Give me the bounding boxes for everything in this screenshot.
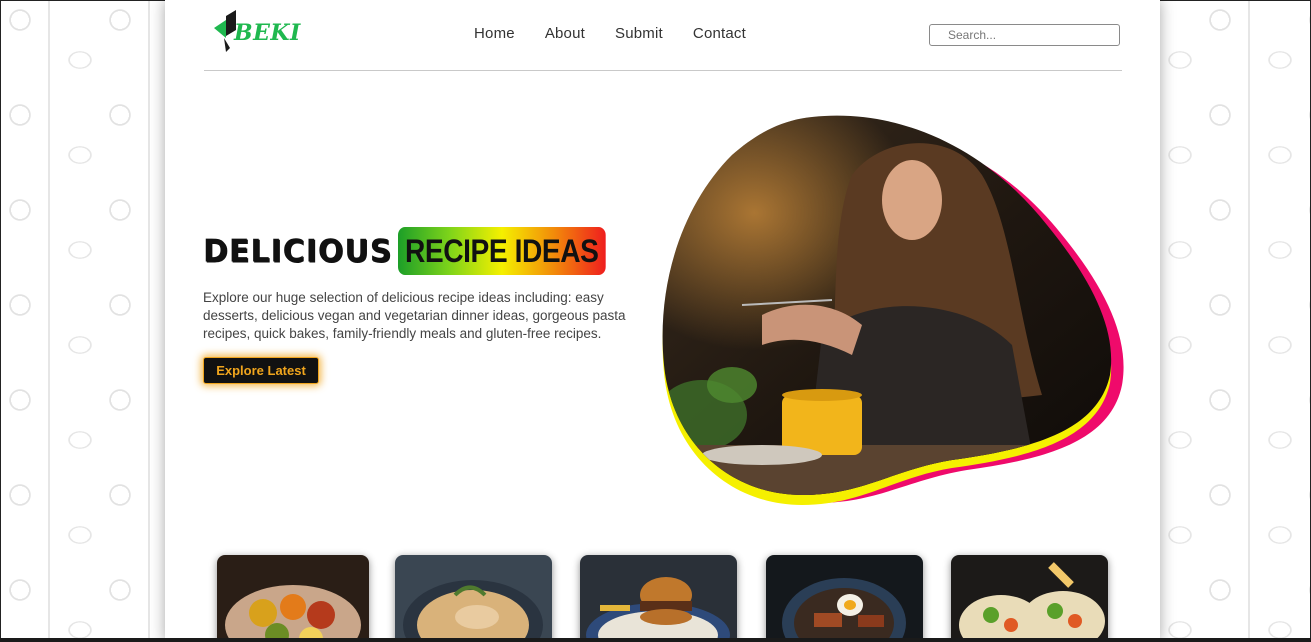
- recipe-card-spice-platter[interactable]: [217, 555, 369, 642]
- hero-description: Explore our huge selection of delicious …: [203, 290, 626, 341]
- logo-text: BEKI: [234, 20, 301, 46]
- recipe-card-noodle-soup[interactable]: [395, 555, 552, 642]
- explore-latest-button[interactable]: Explore Latest: [203, 357, 319, 384]
- nav-about[interactable]: About: [545, 25, 585, 42]
- search-input[interactable]: [929, 24, 1120, 46]
- nav-contact[interactable]: Contact: [693, 25, 746, 42]
- hero-title-recipe-ideas: RECIPE IDEAS: [398, 227, 606, 275]
- nav-submit[interactable]: Submit: [615, 25, 663, 42]
- hero-title: DELICIOUS RECIPE IDEAS: [203, 222, 634, 280]
- recipe-card-row: [217, 555, 1117, 642]
- hero-image: [662, 115, 1124, 505]
- recipe-card-ramen-bowl[interactable]: [766, 555, 923, 642]
- nav-home[interactable]: Home: [474, 25, 515, 42]
- site-header: BEKI Home About Submit Contact: [204, 0, 1122, 71]
- recipe-card-tacos[interactable]: [951, 555, 1108, 642]
- recipe-card-burger[interactable]: [580, 555, 737, 642]
- main-nav: Home About Submit Contact: [474, 25, 776, 42]
- hero-title-delicious: DELICIOUS: [203, 232, 393, 270]
- page-container: BEKI Home About Submit Contact DELICIOUS…: [165, 0, 1160, 642]
- bottom-bar: [0, 638, 1311, 642]
- brand-logo[interactable]: BEKI: [210, 10, 300, 54]
